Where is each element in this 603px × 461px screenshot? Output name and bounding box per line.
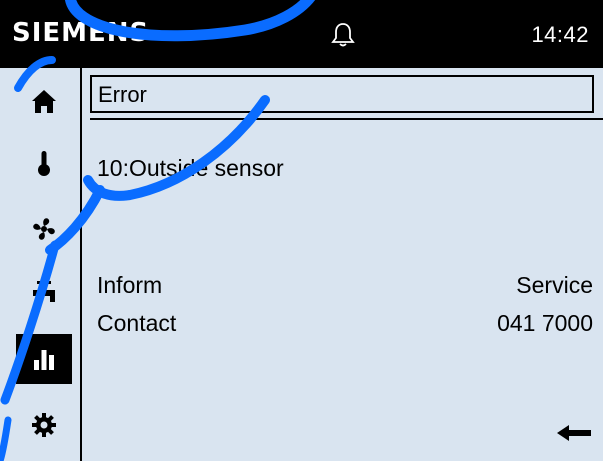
gear-icon bbox=[32, 413, 56, 437]
brand-logo: SIEMENS bbox=[12, 18, 150, 48]
title-divider bbox=[90, 118, 603, 120]
faucet-icon bbox=[33, 281, 55, 302]
inform-value: Service bbox=[516, 272, 593, 298]
bar-chart-icon bbox=[34, 350, 54, 370]
sidebar-item-hot-water[interactable] bbox=[16, 268, 72, 318]
sidebar-item-information[interactable] bbox=[16, 334, 72, 384]
contact-value: 041 7000 bbox=[497, 310, 593, 336]
home-icon bbox=[32, 90, 56, 113]
sidebar-item-ventilation[interactable] bbox=[16, 204, 72, 254]
sidebar-divider bbox=[80, 68, 82, 461]
page-title: Error bbox=[98, 82, 147, 107]
fan-icon bbox=[33, 218, 55, 240]
error-message: 10:Outside sensor bbox=[97, 155, 284, 181]
thermometer-icon bbox=[38, 151, 50, 176]
sidebar bbox=[0, 68, 80, 461]
back-arrow-icon[interactable] bbox=[555, 422, 593, 444]
watermark-swash bbox=[0, 0, 316, 461]
sidebar-item-temperature[interactable] bbox=[16, 138, 72, 188]
inform-label: Inform bbox=[97, 272, 163, 298]
sidebar-item-home[interactable] bbox=[16, 76, 72, 126]
top-bar: SIEMENS 14:42 bbox=[0, 0, 603, 68]
contact-label: Contact bbox=[97, 310, 177, 336]
clock: 14:42 bbox=[531, 22, 589, 47]
page-title-box: Error bbox=[90, 75, 594, 113]
bell-icon[interactable] bbox=[331, 22, 355, 48]
sidebar-item-settings[interactable] bbox=[16, 400, 72, 450]
